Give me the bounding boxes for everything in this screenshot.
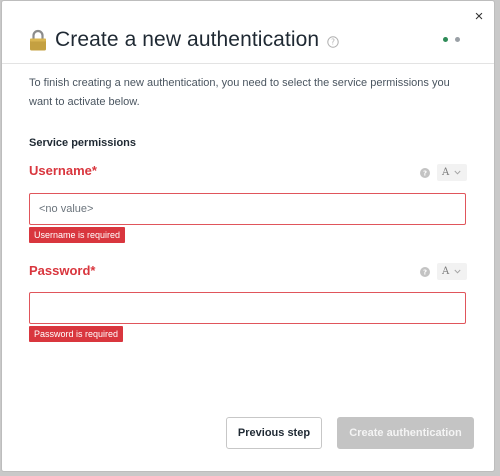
step-indicator bbox=[443, 37, 460, 42]
chevron-down-icon bbox=[454, 269, 461, 274]
password-field-tools: ? A bbox=[420, 263, 467, 280]
password-input[interactable] bbox=[29, 292, 466, 324]
help-icon[interactable]: ? bbox=[420, 266, 430, 277]
chevron-down-icon bbox=[454, 170, 461, 175]
create-authentication-button[interactable]: Create authentication bbox=[337, 417, 474, 449]
username-error-badge: Username is required bbox=[29, 227, 126, 243]
svg-text:?: ? bbox=[331, 37, 335, 46]
help-icon[interactable]: ? bbox=[327, 35, 339, 48]
step-dot-upcoming bbox=[455, 37, 460, 42]
svg-text:?: ? bbox=[423, 169, 427, 177]
password-error-badge: Password is required bbox=[29, 326, 124, 342]
username-input[interactable] bbox=[29, 193, 466, 225]
lock-icon bbox=[30, 29, 46, 51]
step-dot-current bbox=[443, 37, 448, 42]
type-select-value: A bbox=[442, 167, 450, 178]
close-icon[interactable]: × bbox=[471, 9, 487, 25]
dialog-title: Create a new authentication bbox=[55, 28, 320, 51]
username-label: Username* bbox=[29, 163, 97, 178]
svg-text:?: ? bbox=[423, 268, 427, 276]
dialog-description: To finish creating a new authentication,… bbox=[29, 77, 450, 108]
password-type-select[interactable]: A bbox=[437, 263, 467, 280]
help-icon[interactable]: ? bbox=[420, 167, 430, 178]
dialog-header: Create a new authentication ? bbox=[29, 25, 339, 55]
section-title: Service permissions bbox=[29, 137, 137, 149]
username-type-select[interactable]: A bbox=[437, 164, 467, 181]
type-select-value: A bbox=[442, 266, 450, 277]
header-divider bbox=[2, 63, 494, 64]
password-label: Password* bbox=[29, 263, 96, 278]
auth-dialog: × Create a new authentication ? To finis… bbox=[1, 0, 495, 472]
previous-step-button[interactable]: Previous step bbox=[226, 417, 322, 449]
username-field-tools: ? A bbox=[420, 164, 467, 181]
